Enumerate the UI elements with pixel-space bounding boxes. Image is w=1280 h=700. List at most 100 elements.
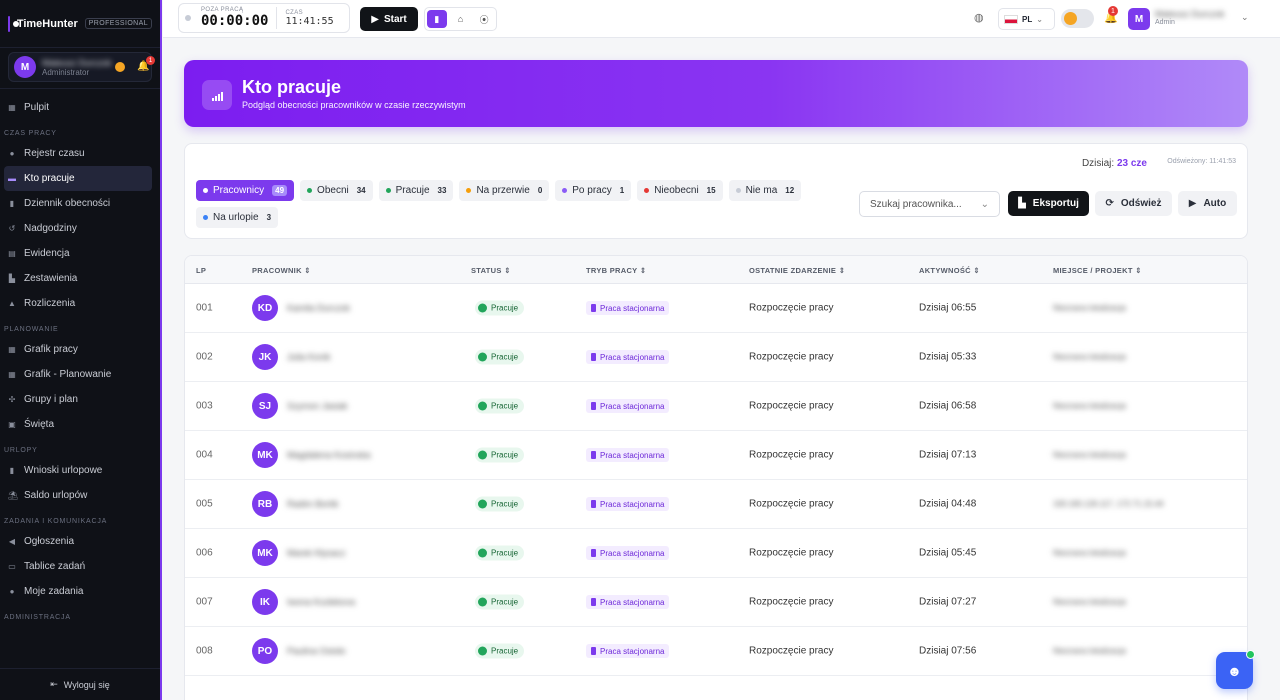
location: Nieznana lokalizacja [1053,303,1126,313]
sidebar-item-dziennik[interactable]: ▮ Dziennik obecności [4,191,152,216]
theme-toggle[interactable] [1061,9,1094,28]
avatar: KD [252,295,278,321]
avatar: JK [252,344,278,370]
table-row[interactable]: 001 KD Kamila Durczok Pracuje Praca stacjona… [185,284,1247,333]
employee-name[interactable]: Marek Kłysacz [287,548,346,558]
status-badge: Pracuje [475,398,525,414]
avatar[interactable]: M [1128,8,1150,30]
calendar-edit-icon: ▦ [8,370,16,379]
topbar-user-role: Admin [1155,19,1175,26]
table-row[interactable]: 007 IK Iwona Kozłekova Pracuje Praca stacjon… [185,578,1247,627]
sidebar-item-rejestr[interactable]: ● Rejestr czasu [4,141,152,166]
sidebar-item-ogloszenia[interactable]: ◀ Ogłoszenia [4,529,152,554]
employee-name[interactable]: Paulina Ostoło [287,646,346,656]
work-mode-badge: Praca stacjonarna [586,644,670,658]
location: 193.165.126.117, 172.71.15.44 [1053,499,1164,509]
status-dot [735,188,741,193]
activity-time: Dzisiaj 05:45 [919,547,977,559]
column-employee[interactable]: PRACOWNIK ⇕ [252,266,311,275]
filter-chip[interactable]: Na przerwie 0 [459,180,550,201]
sidebar-item-saldo[interactable]: ⛱ Saldo urlopów [4,483,152,508]
user-menu[interactable]: Mateusz Durczok Admin [1155,9,1225,26]
activity-time: Dzisiaj 07:27 [919,596,977,608]
sidebar-item-pulpit[interactable]: ▦ Pulpit [4,95,152,120]
table-row[interactable]: 005 RB Radim Bortik Pracuje Praca stacjonarn… [185,480,1247,529]
work-mode-selector: ▮ ⌂ ⦿ [424,7,497,31]
sidebar-item-wnioski[interactable]: ▮ Wnioski urlopowe [4,458,152,483]
column-activity[interactable]: AKTYWNOŚĆ ⇕ [919,266,980,275]
table-row[interactable]: 004 MK Magdalena Kosinska Pracuje Praca stac… [185,431,1247,480]
table-row[interactable]: 003 SJ Szymon Jasiak Pracuje Praca stacjonar… [185,382,1247,431]
table-row[interactable]: 006 MK Marek Kłysacz Pracuje Praca stacjonar… [185,529,1247,578]
sidebar-item-nadgodziny[interactable]: ↺ Nadgodziny [4,216,152,241]
filter-chip[interactable]: Pracownicy 49 [196,180,295,201]
employees-table: LP PRACOWNIK ⇕ STATUS ⇕ TRYB PRACY ⇕ OST… [184,255,1248,700]
export-button[interactable]: ▙ Eksportuj [1008,191,1089,216]
row-number: 008 [196,645,213,657]
topbar: POZA PRACĄ 00:00:00 CZAS 11:41:55 ▶ Star… [163,0,1280,38]
globe-icon[interactable]: ◍ [974,11,984,24]
location-mode-icon[interactable]: ⦿ [474,10,494,28]
status-dot [562,188,568,193]
chevron-down-icon[interactable]: ⌄ [1241,12,1249,23]
table-row[interactable]: 002 JK Julia Konik Pracuje Praca stacjonarna… [185,333,1247,382]
column-lp[interactable]: LP [196,266,206,275]
activity-time: Dzisiaj 06:55 [919,302,977,314]
employee-search[interactable]: Szukaj pracownika... ⌄ [859,191,1000,217]
column-event[interactable]: OSTATNIE ZDARZENIE ⇕ [749,266,845,275]
sidebar-item-grupy[interactable]: ✣ Grupy i plan [4,387,152,412]
refresh-button[interactable]: ⟳ Odśwież [1095,191,1172,216]
robot-icon: ☻ [1227,662,1242,679]
sidebar-user-card[interactable]: M Mateusz Durczok Administrator 🔔 1 [8,52,155,82]
row-number: 003 [196,400,213,412]
sidebar-item-moje-zadania[interactable]: ● Moje zadania [4,579,152,604]
employee-name[interactable]: Iwona Kozłekova [287,597,355,607]
avatar: MK [252,540,278,566]
sidebar-item-grafik[interactable]: ▦ Grafik pracy [4,337,152,362]
sidebar-item-zestawienia[interactable]: ▙ Zestawienia [4,266,152,291]
last-event: Rozpoczęcie pracy [749,547,834,559]
users-icon: ▬ [8,174,16,183]
file-icon: ▮ [9,466,15,475]
employee-name[interactable]: Szymon Jasiak [287,401,348,411]
timer-status-dot [185,15,191,21]
status-badge: Pracuje [475,447,525,463]
employee-name[interactable]: Julia Konik [287,352,331,362]
table-row[interactable]: 008 PO Paulina Ostoło Pracuje Praca stacjona… [185,627,1247,676]
status-dot [307,188,313,193]
status-dot [478,499,487,509]
filter-chip[interactable]: Pracuje 33 [378,180,454,201]
employee-name[interactable]: Magdalena Kosinska [287,450,371,460]
auto-refresh-button[interactable]: ▶ Auto [1178,191,1237,216]
building-icon [591,500,596,508]
filter-chip[interactable]: Nie ma 12 [728,180,802,201]
filter-chip[interactable]: Nieobecni 15 [637,180,723,201]
last-refreshed: Odświeżony: 11:41:53 [1167,158,1236,165]
language-select[interactable]: PL ⌄ [998,8,1055,30]
sidebar-item-ewidencja[interactable]: ▤ Ewidencja [4,241,152,266]
clock-icon: ● [9,149,15,158]
sidebar-item-kto-pracuje[interactable]: ▬ Kto pracuje [4,166,152,191]
home-mode-icon[interactable]: ⌂ [451,10,471,28]
chatbot-button[interactable]: ☻ [1216,650,1255,689]
sidebar-item-tablice[interactable]: ▭ Tablice zadań [4,554,152,579]
filter-chip[interactable]: Obecni 34 [300,180,373,201]
employee-name[interactable]: Radim Bortik [287,499,339,509]
filter-chip[interactable]: Po pracy 1 [555,180,632,201]
filter-chip[interactable]: Na urlopie 3 [196,207,279,228]
sidebar-item-rozliczenia[interactable]: ▲ Rozliczenia [4,291,152,316]
start-button[interactable]: ▶ Start [360,7,418,31]
office-mode-icon[interactable]: ▮ [427,10,447,28]
logout-button[interactable]: ⇤ Wyloguj się [0,668,160,700]
sidebar-item-grafik-planowanie[interactable]: ▦ Grafik - Planowanie [4,362,152,387]
nav-section-urlopy: URLOPY [4,447,38,454]
last-event: Rozpoczęcie pracy [749,400,834,412]
row-number: 007 [196,596,213,608]
column-mode[interactable]: TRYB PRACY ⇕ [586,266,646,275]
column-place[interactable]: MIEJSCE / PROJEKT ⇕ [1053,266,1142,275]
sidebar-item-swieta[interactable]: ▣ Święta [4,412,152,437]
book-icon: ▮ [9,199,15,208]
column-status[interactable]: STATUS ⇕ [471,266,511,275]
avatar: M [14,56,36,78]
employee-name[interactable]: Kamila Durczok [287,303,350,313]
